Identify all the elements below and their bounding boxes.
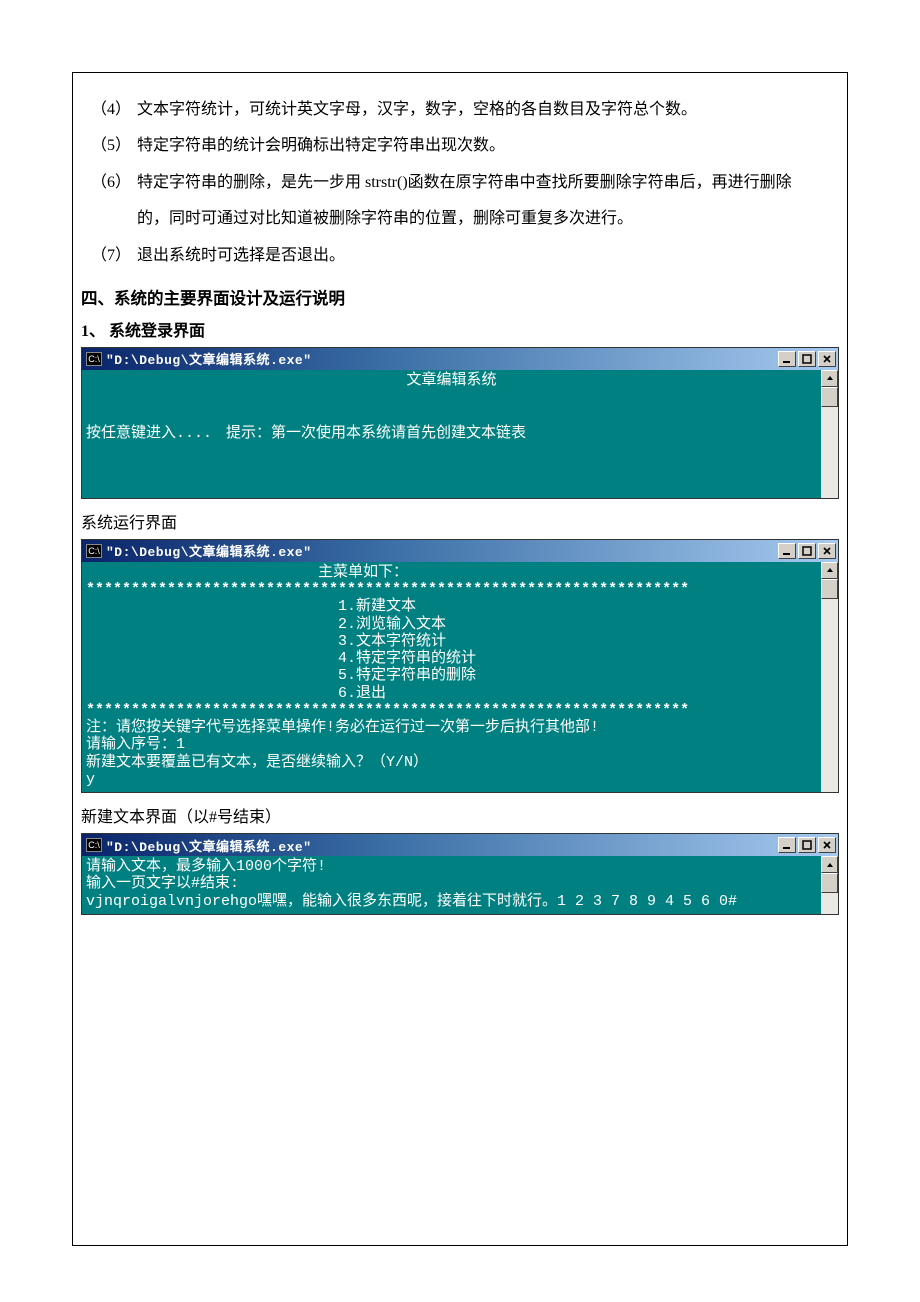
vertical-scrollbar[interactable] (821, 370, 838, 498)
document-page: （4） 文本字符统计，可统计英文字母，汉字，数字，空格的各自数目及字符总个数。 … (72, 72, 848, 1246)
menu-item-2: 2.浏览输入文本 (338, 616, 817, 633)
console-window-login: C:\ "D:\Debug\文章编辑系统.exe" 文章编辑系统 按任意键进入.… (81, 347, 839, 499)
list-text: 退出系统时可选择是否退出。 (137, 241, 839, 271)
user-answer: y (86, 771, 817, 788)
console-output: 文章编辑系统 按任意键进入.... 提示：第一次使用本系统请首先创建文本链表 (82, 370, 821, 498)
window-buttons (778, 351, 838, 367)
scroll-thumb[interactable] (821, 387, 838, 407)
list-number: （4） (81, 95, 137, 125)
scroll-up-button[interactable] (821, 370, 838, 387)
list-number: （7） (81, 241, 137, 271)
section-4-heading: 四、系统的主要界面设计及运行说明 (81, 285, 839, 309)
window-buttons (778, 543, 838, 559)
close-button[interactable] (818, 837, 836, 853)
close-button[interactable] (818, 351, 836, 367)
console-output: 请输入文本，最多输入1000个字符! 输入一页文字以#结束: vjnqroiga… (82, 856, 821, 914)
menu-item-3: 3.文本字符统计 (338, 633, 817, 650)
press-any-key: 按任意键进入.... (86, 425, 226, 442)
maximize-button[interactable] (798, 543, 816, 559)
titlebar: C:\ "D:\Debug\文章编辑系统.exe" (82, 540, 838, 562)
menu-header: 主菜单如下： (86, 564, 817, 581)
menu-item-5: 5.特定字符串的删除 (338, 667, 817, 684)
titlebar: C:\ "D:\Debug\文章编辑系统.exe" (82, 834, 838, 856)
scroll-track[interactable] (821, 893, 838, 914)
divider-stars: ****************************************… (86, 581, 817, 598)
window-title: "D:\Debug\文章编辑系统.exe" (106, 541, 778, 560)
scroll-track[interactable] (821, 407, 838, 498)
list-item-4: （4） 文本字符统计，可统计英文字母，汉字，数字，空格的各自数目及字符总个数。 (81, 95, 839, 125)
list-item-6: （6） 特定字符串的删除，是先一步用 strstr()函数在原字符串中查找所要删… (81, 168, 839, 198)
vertical-scrollbar[interactable] (821, 562, 838, 792)
cmd-icon: C:\ (86, 352, 102, 366)
list-number: （5） (81, 131, 137, 161)
minimize-button[interactable] (778, 543, 796, 559)
list-item-5: （5） 特定字符串的统计会明确标出特定字符串出现次数。 (81, 131, 839, 161)
input-sequence: 请输入序号：1 (86, 736, 817, 753)
console-title: 文章编辑系统 (86, 372, 817, 389)
subsection-1-heading: 1、 系统登录界面 (81, 317, 839, 341)
close-button[interactable] (818, 543, 836, 559)
scroll-up-button[interactable] (821, 562, 838, 579)
window-title: "D:\Debug\文章编辑系统.exe" (106, 836, 778, 855)
subsection-newtext-heading: 新建文本界面（以#号结束） (81, 803, 839, 827)
cmd-icon: C:\ (86, 544, 102, 558)
list-item-7: （7） 退出系统时可选择是否退出。 (81, 241, 839, 271)
hint-text: 提示：第一次使用本系统请首先创建文本链表 (226, 425, 817, 442)
input-hint-2: 输入一页文字以#结束: (86, 875, 817, 892)
list-text: 文本字符统计，可统计英文字母，汉字，数字，空格的各自数目及字符总个数。 (137, 95, 839, 125)
console-output: 主菜单如下： *********************************… (82, 562, 821, 792)
list-text: 特定字符串的统计会明确标出特定字符串出现次数。 (137, 131, 839, 161)
console-window-newtext: C:\ "D:\Debug\文章编辑系统.exe" 请输入文本，最多输入1000… (81, 833, 839, 915)
user-text-input: vjnqroigalvnjorehgo嘿嘿，能输入很多东西呢，接着往下时就行。1… (86, 893, 817, 910)
maximize-button[interactable] (798, 351, 816, 367)
scroll-up-button[interactable] (821, 856, 838, 873)
window-title: "D:\Debug\文章编辑系统.exe" (106, 349, 778, 368)
list-text: 特定字符串的删除，是先一步用 strstr()函数在原字符串中查找所要删除字符串… (137, 168, 839, 198)
menu-note: 注：请您按关键字代号选择菜单操作!务必在运行过一次第一步后执行其他部! (86, 719, 817, 736)
console-window-menu: C:\ "D:\Debug\文章编辑系统.exe" 主菜单如下： *******… (81, 539, 839, 793)
input-hint-1: 请输入文本，最多输入1000个字符! (86, 858, 817, 875)
cmd-icon: C:\ (86, 838, 102, 852)
scroll-thumb[interactable] (821, 873, 838, 893)
maximize-button[interactable] (798, 837, 816, 853)
window-buttons (778, 837, 838, 853)
vertical-scrollbar[interactable] (821, 856, 838, 914)
titlebar: C:\ "D:\Debug\文章编辑系统.exe" (82, 348, 838, 370)
list-item-6-continuation: 的，同时可通过对比知道被删除字符串的位置，删除可重复多次进行。 (81, 204, 839, 234)
subsection-runtime-heading: 系统运行界面 (81, 509, 839, 533)
scroll-thumb[interactable] (821, 579, 838, 599)
menu-item-1: 1.新建文本 (338, 598, 817, 615)
overwrite-prompt: 新建文本要覆盖已有文本，是否继续输入？（Y/N） (86, 754, 817, 771)
minimize-button[interactable] (778, 351, 796, 367)
divider-stars: ****************************************… (86, 702, 817, 719)
scroll-track[interactable] (821, 599, 838, 792)
menu-item-6: 6.退出 (338, 685, 817, 702)
list-number: （6） (81, 168, 137, 198)
minimize-button[interactable] (778, 837, 796, 853)
menu-item-4: 4.特定字符串的统计 (338, 650, 817, 667)
